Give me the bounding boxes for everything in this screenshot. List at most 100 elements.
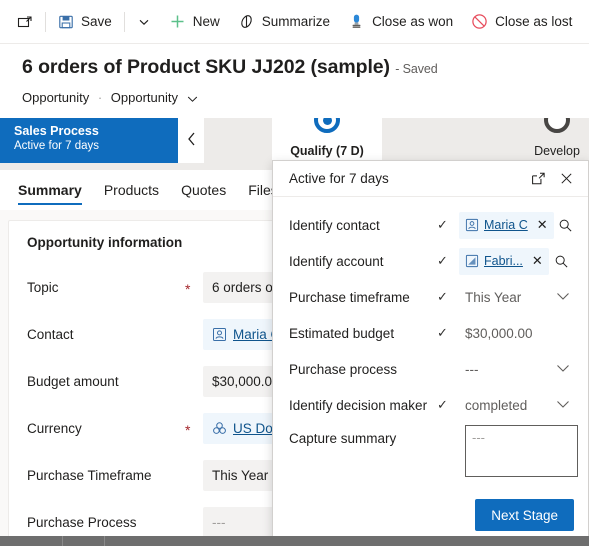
summarize-icon: [238, 13, 255, 30]
save-options-button[interactable]: [128, 5, 160, 39]
command-bar: Save New Summarize Close as won Close as…: [0, 0, 589, 44]
stage-step-label: Capture summary: [289, 431, 397, 446]
chevron-down-icon[interactable]: [187, 94, 198, 105]
open-in-new-window-button[interactable]: [8, 5, 42, 39]
check-icon: ✓: [437, 217, 448, 232]
tab-summary-label: Summary: [18, 182, 82, 198]
identify-contact-lookup[interactable]: Maria C ✕: [459, 211, 554, 239]
stage-step-label: Identify contact: [289, 217, 380, 233]
estimated-budget-input[interactable]: $30,000.00: [459, 326, 533, 341]
required-indicator-purchase-process: [185, 521, 203, 524]
close-as-won-button[interactable]: Close as won: [339, 5, 462, 39]
tab-products-label: Products: [103, 182, 160, 198]
save-button[interactable]: Save: [49, 5, 121, 39]
purchase-timeframe-value: This Year: [212, 468, 269, 483]
summarize-button[interactable]: Summarize: [229, 5, 339, 39]
search-icon[interactable]: [554, 218, 578, 233]
stage-qualify[interactable]: Qualify (7 D): [272, 118, 382, 163]
required-indicator-purchase-timeframe: [185, 474, 203, 477]
chevron-down-icon: [556, 396, 570, 414]
stage-step-label: Purchase timeframe: [289, 289, 410, 305]
page-title: 6 orders of Product SKU JJ202 (sample) -…: [22, 56, 438, 79]
next-stage-button[interactable]: Next Stage: [475, 499, 574, 531]
purchase-process-value: ---: [465, 361, 479, 377]
identify-decision-maker-select[interactable]: completed: [459, 391, 578, 419]
stage-develop[interactable]: Develop: [505, 118, 589, 163]
tab-summary[interactable]: Summary: [18, 170, 82, 210]
chevron-down-icon: [556, 288, 570, 306]
close-as-lost-label: Close as lost: [495, 13, 573, 29]
tab-quotes-label: Quotes: [181, 182, 227, 198]
purchase-timeframe-select[interactable]: This Year: [459, 283, 578, 311]
check-icon: ✓: [437, 289, 448, 304]
contact-icon: [465, 218, 479, 232]
search-icon[interactable]: [549, 254, 575, 269]
purchase-process-value: ---: [212, 515, 226, 530]
account-icon: [465, 254, 479, 268]
page-title-text: 6 orders of Product SKU JJ202 (sample): [22, 56, 390, 78]
identify-account-value: Fabri...: [484, 254, 523, 268]
new-button-label: New: [192, 13, 220, 29]
chevron-down-icon: [556, 360, 570, 378]
stage-step-identify-contact: Identify contact ✓ Maria C ✕: [289, 209, 578, 241]
new-button[interactable]: New: [160, 5, 229, 39]
close-as-won-label: Close as won: [372, 13, 454, 29]
tab-products[interactable]: Products: [104, 170, 159, 210]
process-name: Sales Process: [14, 124, 99, 138]
recalculate-button[interactable]: Rec: [581, 5, 589, 39]
stage-step-identify-decision-maker: Identify decision maker ✓ completed: [289, 389, 578, 421]
field-label-purchase-process: Purchase Process: [27, 515, 137, 530]
summarize-button-label: Summarize: [261, 13, 331, 29]
scrollbar-tick: [62, 536, 63, 546]
tab-quotes[interactable]: Quotes: [181, 170, 226, 210]
stage-step-label: Identify decision maker: [289, 397, 428, 413]
open-in-new-window-icon[interactable]: [524, 165, 552, 193]
purchase-timeframe-value: This Year: [465, 289, 522, 305]
budget-amount-value: $30,000.00: [212, 374, 280, 389]
field-label-topic: Topic: [27, 280, 59, 295]
horizontal-scrollbar[interactable]: [0, 536, 589, 546]
open-in-new-window-icon: [17, 14, 33, 30]
breadcrumb: Opportunity · Opportunity: [22, 90, 198, 105]
stage-step-purchase-timeframe: Purchase timeframe ✓ This Year: [289, 281, 578, 313]
process-status: Active for 7 days: [14, 140, 100, 152]
stage-step-capture-summary: Capture summary ---: [289, 425, 578, 483]
required-indicator-currency: *: [185, 422, 191, 438]
plus-icon: [169, 13, 186, 30]
purchase-process-select[interactable]: ---: [459, 355, 578, 383]
capture-summary-textarea[interactable]: ---: [465, 425, 578, 477]
field-label-currency: Currency: [27, 421, 82, 436]
breadcrumb-entity[interactable]: Opportunity: [22, 90, 89, 105]
chevron-down-icon: [137, 15, 151, 29]
command-separator-1: [45, 11, 46, 32]
identify-decision-maker-value: completed: [465, 397, 528, 413]
opportunity-record-page: Save New Summarize Close as won Close as…: [0, 0, 589, 546]
stage-step-label: Purchase process: [289, 361, 398, 377]
prohibition-icon: [471, 13, 488, 30]
command-separator-2: [123, 11, 125, 32]
field-label-purchase-timeframe: Purchase Timeframe: [27, 468, 152, 483]
trophy-icon: [348, 13, 365, 30]
active-stage-dot: [314, 118, 340, 133]
currency-icon: [212, 421, 227, 436]
required-indicator-contact: [185, 333, 203, 336]
required-indicator-budget-amount: [185, 380, 203, 383]
stage-step-purchase-process: Purchase process ---: [289, 353, 578, 385]
close-as-lost-button[interactable]: Close as lost: [462, 5, 581, 39]
stage-flyout-status: Active for 7 days: [289, 171, 389, 186]
process-name-block[interactable]: Sales Process Active for 7 days: [0, 118, 178, 163]
identify-account-lookup[interactable]: Fabri... ✕: [459, 247, 549, 275]
scrollbar-tick: [104, 536, 105, 546]
close-icon[interactable]: [552, 165, 580, 193]
clear-icon[interactable]: ✕: [528, 253, 547, 269]
check-icon: ✓: [437, 325, 448, 340]
stage-step-label: Identify account: [289, 253, 384, 269]
idle-stage-dot: [544, 118, 570, 133]
saved-status: - Saved: [395, 62, 438, 76]
field-label-contact: Contact: [27, 327, 74, 342]
chevron-left-icon: [186, 131, 197, 150]
stage-flyout-header: Active for 7 days: [273, 161, 588, 197]
breadcrumb-form[interactable]: Opportunity: [111, 90, 178, 105]
clear-icon[interactable]: ✕: [533, 217, 552, 233]
process-previous-button[interactable]: [178, 118, 204, 163]
